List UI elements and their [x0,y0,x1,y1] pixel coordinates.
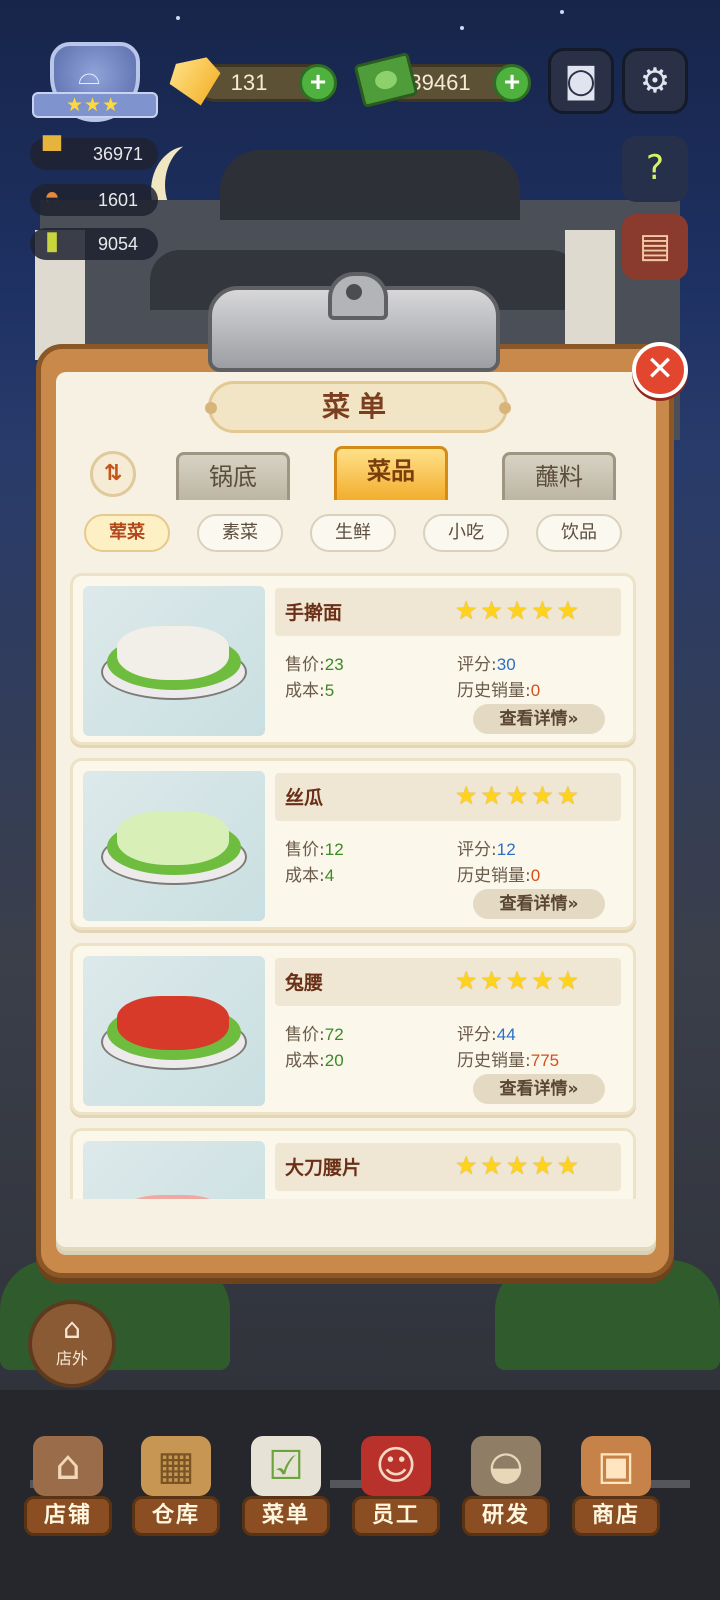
nav-staff[interactable]: ☺ 员工 [346,1430,446,1540]
nav-warehouse[interactable]: ▦ 仓库 [126,1430,226,1540]
warehouse-icon: ▦ [141,1436,211,1496]
outside-label: 店外 [55,1349,88,1368]
subtab-snack[interactable]: 小吃 [423,514,509,552]
sales-line: 历史销量:775 [457,1051,560,1071]
subtab-vegetable[interactable]: 素菜 [197,514,283,552]
view-details-button[interactable]: 查看详情» [473,1074,605,1104]
dish-name: 手擀面 [285,602,343,624]
sales-value: 775 [530,1051,560,1070]
sort-button[interactable]: ⇅ [90,451,136,497]
rank-badge[interactable]: ⌓ ★★★ [32,40,158,126]
dish-card[interactable]: 大刀腰片 ★★★★★ [70,1128,636,1199]
score-value: 30 [496,655,516,674]
tab-dishes[interactable]: 菜品 [334,446,448,500]
score-line: 评分:12 [457,840,516,860]
nav-store[interactable]: ▣ 商店 [566,1430,666,1540]
score-line: 评分:30 [457,655,516,675]
subtab-fresh[interactable]: 生鲜 [310,514,396,552]
dish-stars: ★★★★★ [455,1151,583,1180]
nav-shop[interactable]: ⌂ 店铺 [18,1430,118,1540]
dish-stars: ★★★★★ [455,966,583,995]
guide-button[interactable]: ? [622,136,688,202]
add-cash-button[interactable]: + [493,64,531,102]
cost-value: 5 [324,681,335,700]
outside-button[interactable]: ⌂ 店外 [28,1300,116,1388]
dish-stars: ★★★★★ [455,596,583,625]
close-icon: ✕ [645,349,675,389]
view-details-button[interactable]: 查看详情» [473,704,605,734]
subtab-meat[interactable]: 荤菜 [84,514,170,552]
chef-bowl-icon: ⌓ [78,58,101,91]
dish-image [83,1141,265,1199]
sales-value: 0 [530,866,541,885]
stat-recipe: ▮ 9054 [30,225,158,260]
stat-pot: ▀ 36971 [30,135,158,170]
tab-soup-base[interactable]: 锅底 [176,452,290,500]
cost-line: 成本:4 [285,866,335,886]
recipe-icon: ▮ [44,225,60,255]
settings-button[interactable]: ⚙ [622,48,688,114]
notebook-icon: ▤ [638,226,672,266]
price-line: 售价:12 [285,840,344,860]
panel-title-plate: 菜单 [205,381,511,433]
subtab-drink[interactable]: 饮品 [536,514,622,552]
shop-icon: ⌂ [33,1436,103,1496]
loofah-icon [117,811,229,865]
staff-icon: ☺ [361,1436,431,1496]
help-book-icon: ? [645,148,665,188]
sales-value: 0 [530,681,541,700]
clipboard-icon: ☑ [251,1436,321,1496]
rabbit-kidney-icon [117,996,229,1050]
roof-decoration [220,150,520,220]
dish-list[interactable]: 手擀面 ★★★★★ 售价:23 成本:5 评分:30 历史销量:0 查看详情» … [66,567,642,1199]
house-icon: ⌂ [63,1312,81,1345]
camera-icon: ◙ [564,61,598,101]
gear-icon: ⚙ [639,61,671,101]
score-line: 评分:44 [457,1025,516,1045]
panel-title: 菜单 [321,390,394,423]
nav-research[interactable]: ◒ 研发 [456,1430,556,1540]
price-value: 72 [324,1025,344,1044]
stat-cloche: ◓ 1601 [30,181,158,216]
dish-image [83,771,265,921]
dish-stars: ★★★★★ [455,781,583,810]
cost-value: 20 [324,1051,344,1070]
sales-line: 历史销量:0 [457,681,541,701]
rank-stars: ★★★ [66,94,121,116]
notes-button[interactable]: ▤ [622,214,688,280]
dish-name: 兔腰 [285,972,324,994]
sliced-kidney-icon [117,1195,229,1199]
tab-dipping-sauce[interactable]: 蘸料 [502,452,616,500]
score-value: 12 [496,840,516,859]
cost-value: 4 [324,866,335,885]
cost-line: 成本:20 [285,1051,344,1071]
dish-image [83,956,265,1106]
dish-card[interactable]: 手擀面 ★★★★★ 售价:23 成本:5 评分:30 历史销量:0 查看详情» [70,573,636,745]
score-value: 44 [496,1025,516,1044]
clipboard-clip [208,272,500,372]
add-gems-button[interactable]: + [299,64,337,102]
wok-icon: ◒ [471,1436,541,1496]
dish-name: 大刀腰片 [285,1157,362,1179]
price-line: 售价:72 [285,1025,344,1045]
sort-arrows-icon: ⇅ [103,461,123,486]
store-icon: ▣ [581,1436,651,1496]
dish-card[interactable]: 兔腰 ★★★★★ 售价:72 成本:20 评分:44 历史销量:775 查看详情… [70,943,636,1115]
sales-line: 历史销量:0 [457,866,541,886]
price-value: 23 [324,655,344,674]
price-value: 12 [324,840,344,859]
cloche-icon: ◓ [44,181,60,211]
pot-icon: ▀ [42,135,62,165]
hand-pulled-noodles-icon [117,626,229,680]
nav-menu[interactable]: ☑ 菜单 [236,1430,336,1540]
camera-button[interactable]: ◙ [548,48,614,114]
dish-name: 丝瓜 [285,787,324,809]
close-button[interactable]: ✕ [632,342,688,398]
cost-line: 成本:5 [285,681,335,701]
dish-card[interactable]: 丝瓜 ★★★★★ 售价:12 成本:4 评分:12 历史销量:0 查看详情» [70,758,636,930]
dish-image [83,586,265,736]
view-details-button[interactable]: 查看详情» [473,889,605,919]
price-line: 售价:23 [285,655,344,675]
